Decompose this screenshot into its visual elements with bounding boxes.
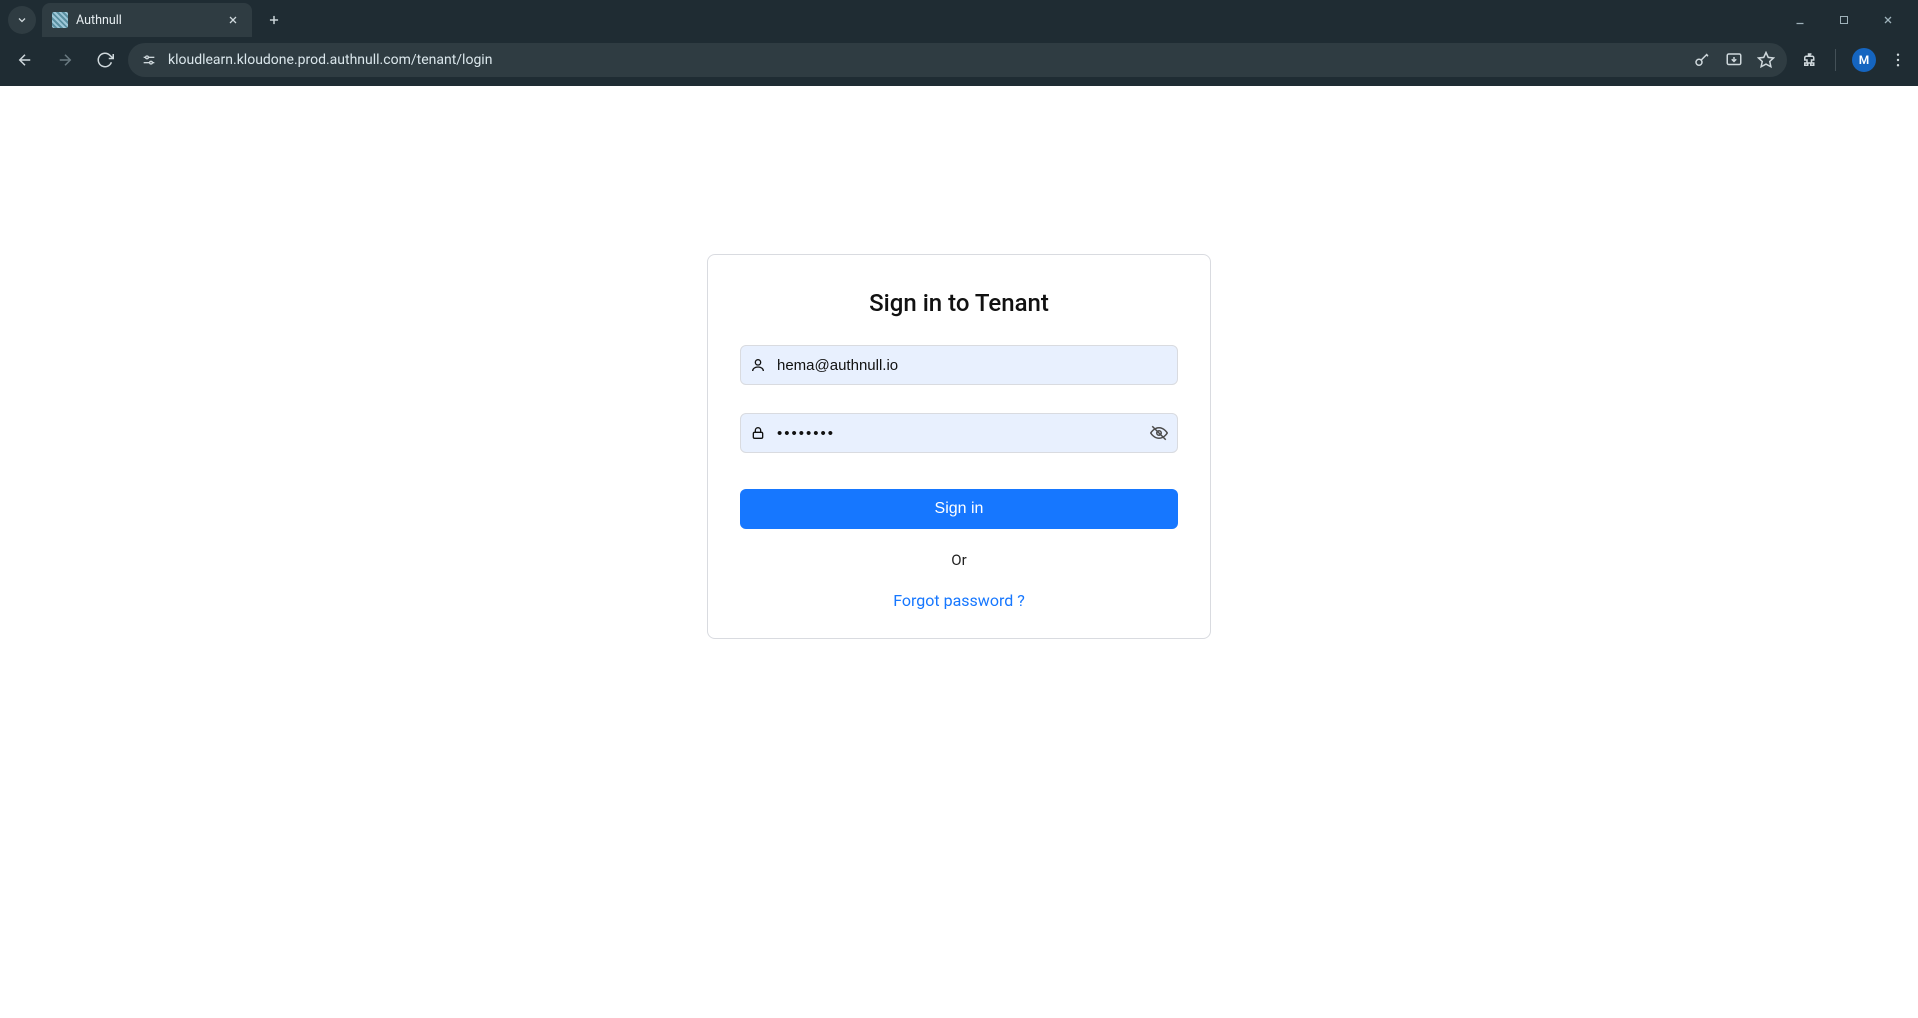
arrow-left-icon xyxy=(16,51,34,69)
page-viewport: Sign in to Tenant Sign in Or Forgot pass… xyxy=(0,86,1918,1018)
toolbar-right: M xyxy=(1801,48,1910,72)
window-maximize-button[interactable] xyxy=(1822,5,1866,35)
password-field-wrapper xyxy=(740,413,1178,453)
password-input[interactable] xyxy=(740,413,1178,453)
plus-icon xyxy=(267,13,281,27)
url-text: kloudlearn.kloudone.prod.authnull.com/te… xyxy=(168,52,492,68)
bookmark-button[interactable] xyxy=(1757,51,1775,69)
arrow-right-icon xyxy=(56,51,74,69)
password-key-icon[interactable] xyxy=(1693,51,1711,69)
eye-off-icon xyxy=(1150,424,1168,442)
window-minimize-button[interactable] xyxy=(1778,5,1822,35)
browser-tab[interactable]: Authnull xyxy=(42,3,252,37)
chevron-down-icon xyxy=(16,14,28,26)
reload-button[interactable] xyxy=(88,43,122,77)
key-icon xyxy=(1693,51,1711,69)
sign-in-button[interactable]: Sign in xyxy=(740,489,1178,529)
address-bar[interactable]: kloudlearn.kloudone.prod.authnull.com/te… xyxy=(128,43,1787,77)
extensions-button[interactable] xyxy=(1801,51,1819,69)
browser-titlebar: Authnull xyxy=(0,0,1918,40)
forgot-password-link[interactable]: Forgot password ? xyxy=(740,591,1178,610)
tab-favicon xyxy=(52,12,68,28)
toolbar-divider xyxy=(1835,49,1836,71)
login-heading: Sign in to Tenant xyxy=(740,289,1178,317)
toggle-password-visibility[interactable] xyxy=(1150,424,1168,442)
forward-button[interactable] xyxy=(48,43,82,77)
more-vertical-icon xyxy=(1889,51,1907,69)
tab-title: Authnull xyxy=(76,13,216,28)
tune-icon xyxy=(141,52,157,68)
lock-icon xyxy=(750,425,766,441)
tab-search-dropdown[interactable] xyxy=(8,6,36,34)
close-icon xyxy=(227,14,239,26)
email-field-wrapper xyxy=(740,345,1178,385)
email-input[interactable] xyxy=(740,345,1178,385)
browser-toolbar: kloudlearn.kloudone.prod.authnull.com/te… xyxy=(0,40,1918,86)
puzzle-icon xyxy=(1801,51,1819,69)
back-button[interactable] xyxy=(8,43,42,77)
browser-menu-button[interactable] xyxy=(1886,51,1910,69)
window-close-button[interactable] xyxy=(1866,5,1910,35)
user-icon xyxy=(750,357,766,373)
reload-icon xyxy=(96,51,114,69)
install-icon xyxy=(1725,51,1743,69)
profile-avatar[interactable]: M xyxy=(1852,48,1876,72)
new-tab-button[interactable] xyxy=(260,6,288,34)
tab-close-button[interactable] xyxy=(224,11,242,29)
install-app-button[interactable] xyxy=(1725,51,1743,69)
star-icon xyxy=(1757,51,1775,69)
minimize-icon xyxy=(1794,14,1806,26)
browser-chrome: Authnull xyxy=(0,0,1918,86)
login-card: Sign in to Tenant Sign in Or Forgot pass… xyxy=(707,254,1211,639)
divider-or: Or xyxy=(740,551,1178,569)
site-settings-button[interactable] xyxy=(140,51,158,69)
close-icon xyxy=(1882,14,1894,26)
maximize-icon xyxy=(1838,14,1850,26)
